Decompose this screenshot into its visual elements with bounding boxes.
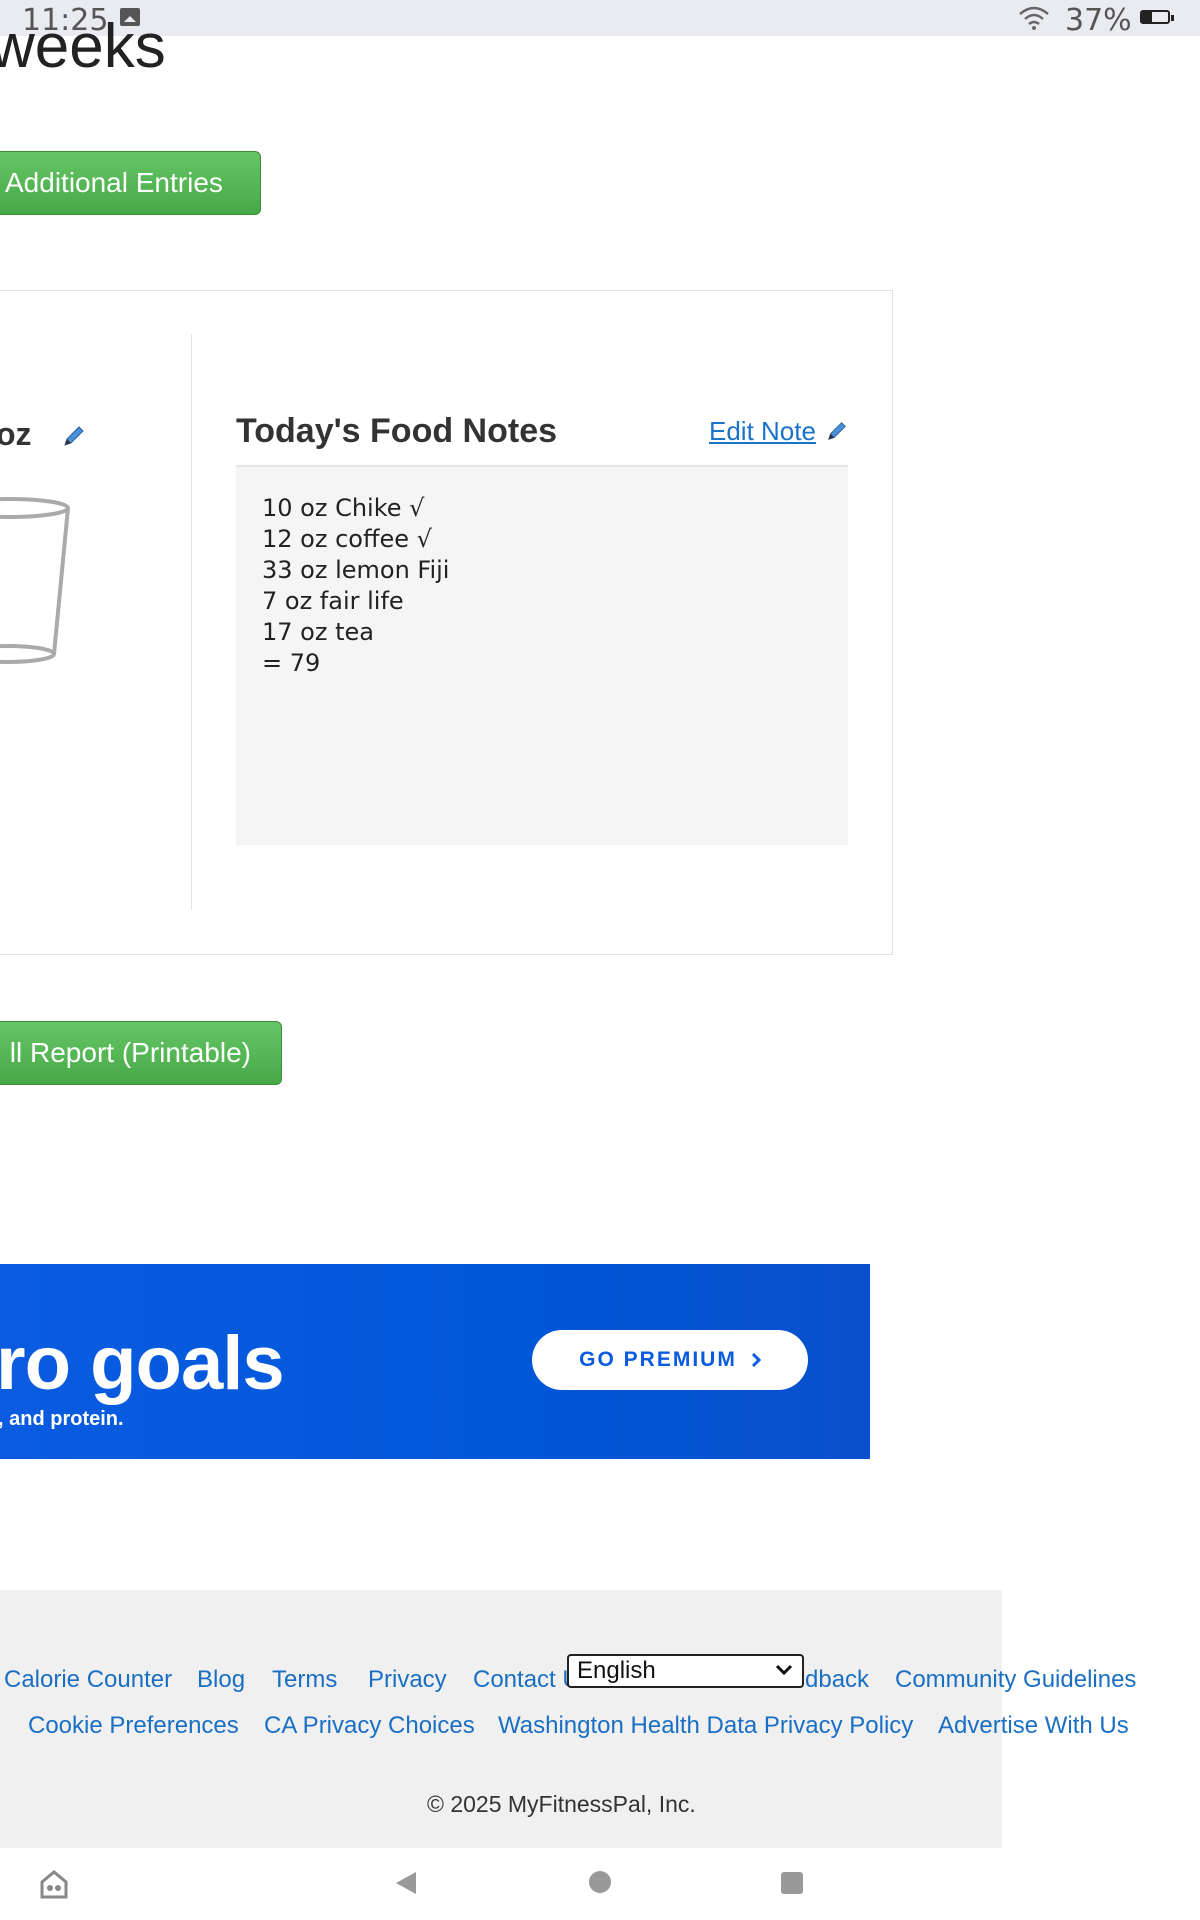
battery-percent: 37% — [1065, 3, 1132, 38]
status-bar: 11:25 37% — [0, 0, 1200, 38]
note-line: 17 oz tea — [262, 618, 374, 646]
footer-link-cookie-preferences[interactable]: Cookie Preferences — [28, 1712, 239, 1740]
battery-icon — [1140, 10, 1174, 24]
go-premium-label: GO PREMIUM — [579, 1348, 737, 1371]
note-line: 10 oz Chike √ — [262, 494, 425, 522]
additional-entries-button[interactable]: Additional Entries — [0, 151, 261, 215]
wifi-icon — [1019, 6, 1049, 30]
banner-title: ro goals — [0, 1321, 285, 1406]
footer-link-privacy[interactable]: Privacy — [368, 1666, 447, 1694]
note-line: 33 oz lemon Fiji — [262, 556, 450, 584]
food-notes-title: Today's Food Notes — [236, 412, 558, 450]
note-line: 7 oz fair life — [262, 587, 404, 615]
note-line: = 79 — [262, 649, 321, 677]
edit-note-pencil-icon[interactable] — [826, 420, 848, 442]
footer-link-advertise[interactable]: Advertise With Us — [938, 1712, 1129, 1740]
home-app-icon[interactable] — [38, 1868, 70, 1900]
water-amount: oz — [0, 416, 32, 452]
card-divider — [191, 334, 192, 910]
footer-link-blog[interactable]: Blog — [197, 1666, 245, 1694]
home-icon[interactable] — [588, 1870, 612, 1894]
system-nav-bar — [0, 1848, 1200, 1920]
page-heading: weeks — [0, 12, 166, 81]
note-line: 12 oz coffee √ — [262, 525, 432, 553]
footer-link-ca-privacy[interactable]: CA Privacy Choices — [264, 1712, 475, 1740]
edit-note-link[interactable]: Edit Note — [709, 416, 816, 447]
footer-link-feedback[interactable]: dback — [805, 1666, 869, 1694]
food-notes-content: 10 oz Chike √ 12 oz coffee √ 33 oz lemon… — [236, 465, 848, 845]
edit-water-icon[interactable] — [62, 424, 86, 448]
language-value: English — [577, 1657, 656, 1684]
footer-link-washington-privacy[interactable]: Washington Health Data Privacy Policy — [498, 1712, 913, 1740]
go-premium-button[interactable]: GO PREMIUM — [532, 1330, 808, 1390]
footer-link-calorie-counter[interactable]: Calorie Counter — [4, 1666, 172, 1694]
footer-link-terms[interactable]: Terms — [272, 1666, 337, 1694]
premium-banner[interactable]: ro goals , and protein. GO PREMIUM — [0, 1264, 870, 1459]
language-select[interactable]: English — [567, 1654, 804, 1688]
chevron-down-icon — [775, 1664, 793, 1676]
chevron-right-icon — [751, 1352, 761, 1368]
back-icon[interactable] — [394, 1870, 418, 1896]
water-glass-icon[interactable] — [0, 496, 76, 666]
full-report-button[interactable]: ll Report (Printable) — [0, 1021, 282, 1085]
copyright: © 2025 MyFitnessPal, Inc. — [427, 1791, 696, 1817]
footer-link-contact[interactable]: Contact U — [473, 1666, 580, 1694]
banner-subtitle: , and protein. — [0, 1408, 124, 1430]
footer-link-community-guidelines[interactable]: Community Guidelines — [895, 1666, 1136, 1694]
recents-icon[interactable] — [780, 1871, 804, 1895]
